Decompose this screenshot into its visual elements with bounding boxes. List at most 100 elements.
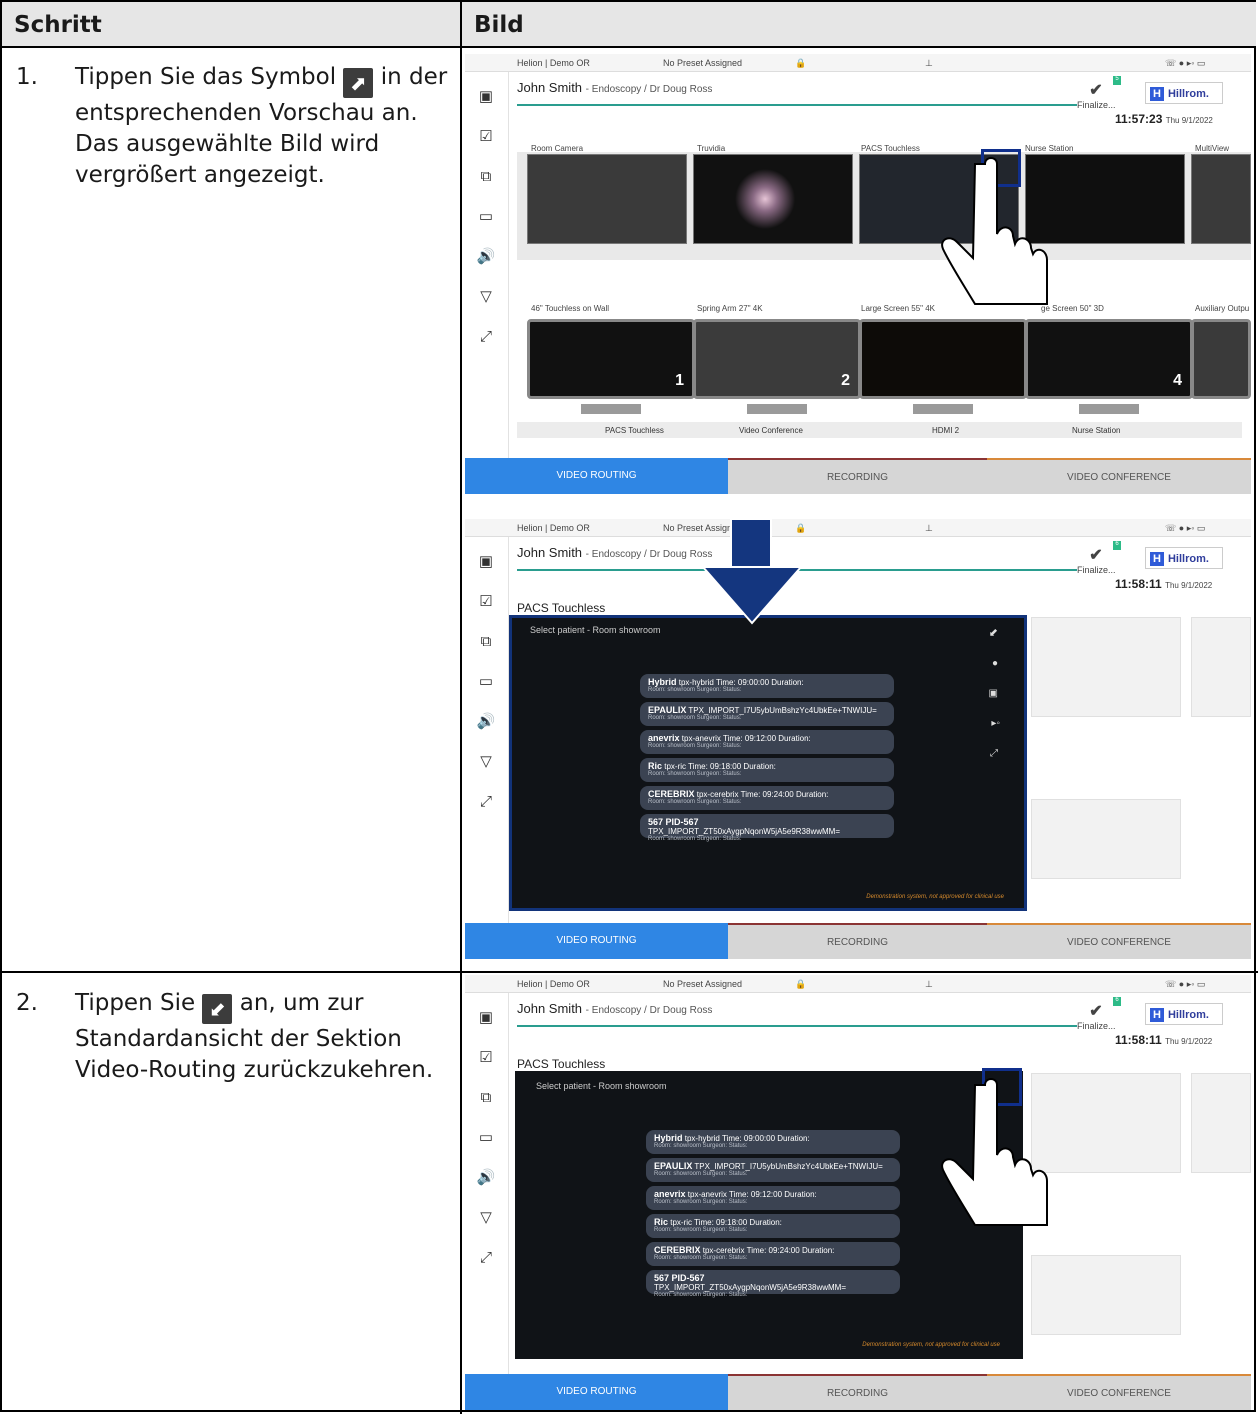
lock-icon[interactable]: 🔒 bbox=[795, 979, 806, 990]
top-status-bar: Helion | Demo OR No Preset Assigned 🔒 ⊥ … bbox=[465, 519, 1251, 537]
tapping-hand-illustration bbox=[941, 1078, 1048, 1226]
clock: 11:57:23 Thu 9/1/2022 bbox=[1115, 112, 1213, 126]
display-label: Spring Arm 27" 4K bbox=[697, 304, 763, 313]
patient-list-item[interactable]: EPAULIX TPX_IMPORT_I7U5ybUmBshzYc4UbkEe+… bbox=[646, 1158, 900, 1182]
checklist-icon[interactable]: ☑ bbox=[475, 1047, 497, 1069]
step-result: Das ausgewählte Bild wird vergrößert ang… bbox=[75, 131, 380, 188]
fullscreen-icon[interactable]: ⤢ bbox=[475, 791, 497, 813]
background-thumbnail bbox=[1191, 617, 1251, 717]
tab-video-conference[interactable]: VIDEO CONFERENCE bbox=[987, 1374, 1251, 1410]
patient-list-item[interactable]: CEREBRIX tpx-cerebrix Time: 09:24:00 Dur… bbox=[646, 1242, 900, 1266]
patient-underline bbox=[517, 1025, 1077, 1027]
patient-list-item[interactable]: anevrix tpx-anevrix Time: 09:12:00 Durat… bbox=[640, 730, 894, 754]
collapse-icon[interactable]: ⬋ bbox=[989, 626, 998, 639]
patient-card-icon[interactable]: ▣ bbox=[475, 86, 497, 108]
routing-icon[interactable]: ⧉ bbox=[475, 166, 497, 188]
monitor-stand bbox=[747, 404, 807, 414]
tab-video-routing[interactable]: VIDEO ROUTING bbox=[465, 923, 728, 959]
overlay-header: Select patient - Room showroom bbox=[530, 625, 661, 635]
source-thumbnail[interactable] bbox=[1191, 154, 1251, 244]
tab-video-conference[interactable]: VIDEO CONFERENCE bbox=[987, 458, 1251, 494]
light-icon[interactable]: ▽ bbox=[475, 751, 497, 773]
patient-header: John Smith - Endoscopy / Dr Doug Ross bbox=[517, 545, 713, 560]
patient-list-item[interactable]: Hybrid tpx-hybrid Time: 09:00:00 Duratio… bbox=[646, 1130, 900, 1154]
patient-list-item[interactable]: anevrix tpx-anevrix Time: 09:12:00 Durat… bbox=[646, 1186, 900, 1210]
bottom-tab-bar: VIDEO ROUTING RECORDING VIDEO CONFERENCE bbox=[465, 458, 1251, 494]
patient-list-item[interactable]: Ric tpx-ric Time: 09:18:00 Duration: Room… bbox=[646, 1214, 900, 1238]
finalize-button[interactable]: ✔ Finalize... bbox=[1077, 80, 1116, 114]
tapping-hand-illustration bbox=[941, 157, 1048, 305]
route-label-row: PACS Touchless Video Conference HDMI 2 N… bbox=[517, 422, 1242, 438]
clock: 11:58:11 Thu 9/1/2022 bbox=[1115, 577, 1213, 591]
audio-icon[interactable]: 🔊 bbox=[475, 246, 497, 268]
audio-icon[interactable]: 🔊 bbox=[475, 711, 497, 733]
finalize-button[interactable]: ✔ Finalize... bbox=[1077, 545, 1116, 579]
camera-icon[interactable]: ▣ bbox=[989, 688, 998, 699]
display-monitor[interactable]: 2 bbox=[693, 319, 861, 399]
routing-icon[interactable]: ⧉ bbox=[475, 631, 497, 653]
monitor-stand bbox=[1079, 404, 1139, 414]
column-divider bbox=[460, 2, 462, 1414]
record-icon[interactable]: ● bbox=[992, 658, 998, 669]
patient-list-item[interactable]: 567 PID-567 TPX_IMPORT_ZT50xAygpNqonW5jA… bbox=[646, 1270, 900, 1298]
light-icon[interactable]: ▽ bbox=[475, 1207, 497, 1229]
monitor-stand bbox=[581, 404, 641, 414]
routing-icon[interactable]: ⧉ bbox=[475, 1087, 497, 1109]
light-icon[interactable]: ▽ bbox=[475, 286, 497, 308]
phone-icon[interactable]: ☏ ● ▸◦ ▭ bbox=[1165, 58, 1205, 69]
display-monitor[interactable]: 4 bbox=[1025, 319, 1193, 399]
patient-name: John Smith bbox=[517, 80, 583, 95]
background-thumbnail bbox=[1031, 799, 1181, 879]
step-text: Tippen Sie bbox=[75, 990, 196, 1016]
checklist-icon[interactable]: ☑ bbox=[475, 126, 497, 148]
preset-label: No Preset Assigned bbox=[663, 58, 743, 68]
lock-icon[interactable]: 🔒 bbox=[795, 58, 806, 69]
table-icon[interactable]: ⊥ bbox=[925, 979, 933, 990]
display-icon[interactable]: ▭ bbox=[475, 671, 497, 693]
tab-recording[interactable]: RECORDING bbox=[728, 1374, 987, 1410]
stream-icon[interactable]: ▸◦ bbox=[991, 718, 1000, 729]
fullscreen-icon[interactable]: ⤢ bbox=[475, 326, 497, 348]
background-thumbnail bbox=[1031, 617, 1181, 717]
top-status-bar: Helion | Demo OR No Preset Assigned 🔒 ⊥ … bbox=[465, 54, 1251, 72]
patient-list-item[interactable]: Hybrid tpx-hybrid Time: 09:00:00 Duratio… bbox=[640, 674, 894, 698]
expanded-preview: Select patient - Room showroom ⬋ ● ▣ ▸◦ … bbox=[509, 615, 1027, 911]
source-thumbnail[interactable] bbox=[527, 154, 687, 244]
display-monitor[interactable]: 1 bbox=[527, 319, 695, 399]
patient-header: John Smith - Endoscopy / Dr Doug Ross bbox=[517, 80, 712, 95]
phone-icon[interactable]: ☏ ● ▸◦ ▭ bbox=[1165, 979, 1205, 990]
tab-recording[interactable]: RECORDING bbox=[728, 923, 987, 959]
patient-card-icon[interactable]: ▣ bbox=[475, 1007, 497, 1029]
patient-card-icon[interactable]: ▣ bbox=[475, 551, 497, 573]
display-monitor[interactable] bbox=[1191, 319, 1251, 399]
patient-list-item[interactable]: EPAULIX TPX_IMPORT_I7U5ybUmBshzYc4UbkEe+… bbox=[640, 702, 894, 726]
audio-icon[interactable]: 🔊 bbox=[475, 1167, 497, 1189]
resize-icon[interactable]: ⤢ bbox=[990, 748, 998, 759]
display-monitor[interactable] bbox=[859, 319, 1027, 399]
column-header-step: Schritt bbox=[2, 2, 460, 48]
phone-icon[interactable]: ☏ ● ▸◦ ▭ bbox=[1165, 523, 1205, 534]
overlay-header: Select patient - Room showroom bbox=[536, 1081, 667, 1091]
display-label: Large Screen 55" 4K bbox=[861, 304, 935, 313]
tab-video-routing[interactable]: VIDEO ROUTING bbox=[465, 1374, 728, 1410]
display-icon[interactable]: ▭ bbox=[475, 1127, 497, 1149]
down-arrow-icon bbox=[700, 519, 804, 625]
patient-list-item[interactable]: Ric tpx-ric Time: 09:18:00 Duration: Room… bbox=[640, 758, 894, 782]
sidebar: ▣ ☑ ⧉ ▭ 🔊 ▽ ⤢ bbox=[465, 537, 509, 926]
tab-video-routing[interactable]: VIDEO ROUTING bbox=[465, 458, 728, 494]
monitor-stand bbox=[913, 404, 973, 414]
display-icon[interactable]: ▭ bbox=[475, 206, 497, 228]
tab-video-conference[interactable]: VIDEO CONFERENCE bbox=[987, 923, 1251, 959]
checklist-icon[interactable]: ☑ bbox=[475, 591, 497, 613]
source-thumbnail[interactable] bbox=[693, 154, 853, 244]
table-icon[interactable]: ⊥ bbox=[925, 523, 933, 534]
finalize-button[interactable]: ✔ Finalize... bbox=[1077, 1001, 1116, 1035]
patient-list-item[interactable]: 567 PID-567 TPX_IMPORT_ZT50xAygpNqonW5jA… bbox=[640, 814, 894, 842]
patient-list-item[interactable]: CEREBRIX tpx-cerebrix Time: 09:24:00 Dur… bbox=[640, 786, 894, 810]
patient-underline bbox=[517, 104, 1077, 106]
fullscreen-icon[interactable]: ⤢ bbox=[475, 1247, 497, 1269]
brand-logo: H Hillrom. bbox=[1145, 82, 1223, 104]
tab-recording[interactable]: RECORDING bbox=[728, 458, 987, 494]
table-icon[interactable]: ⊥ bbox=[925, 58, 933, 69]
patient-header: John Smith - Endoscopy / Dr Doug Ross bbox=[517, 1001, 713, 1016]
